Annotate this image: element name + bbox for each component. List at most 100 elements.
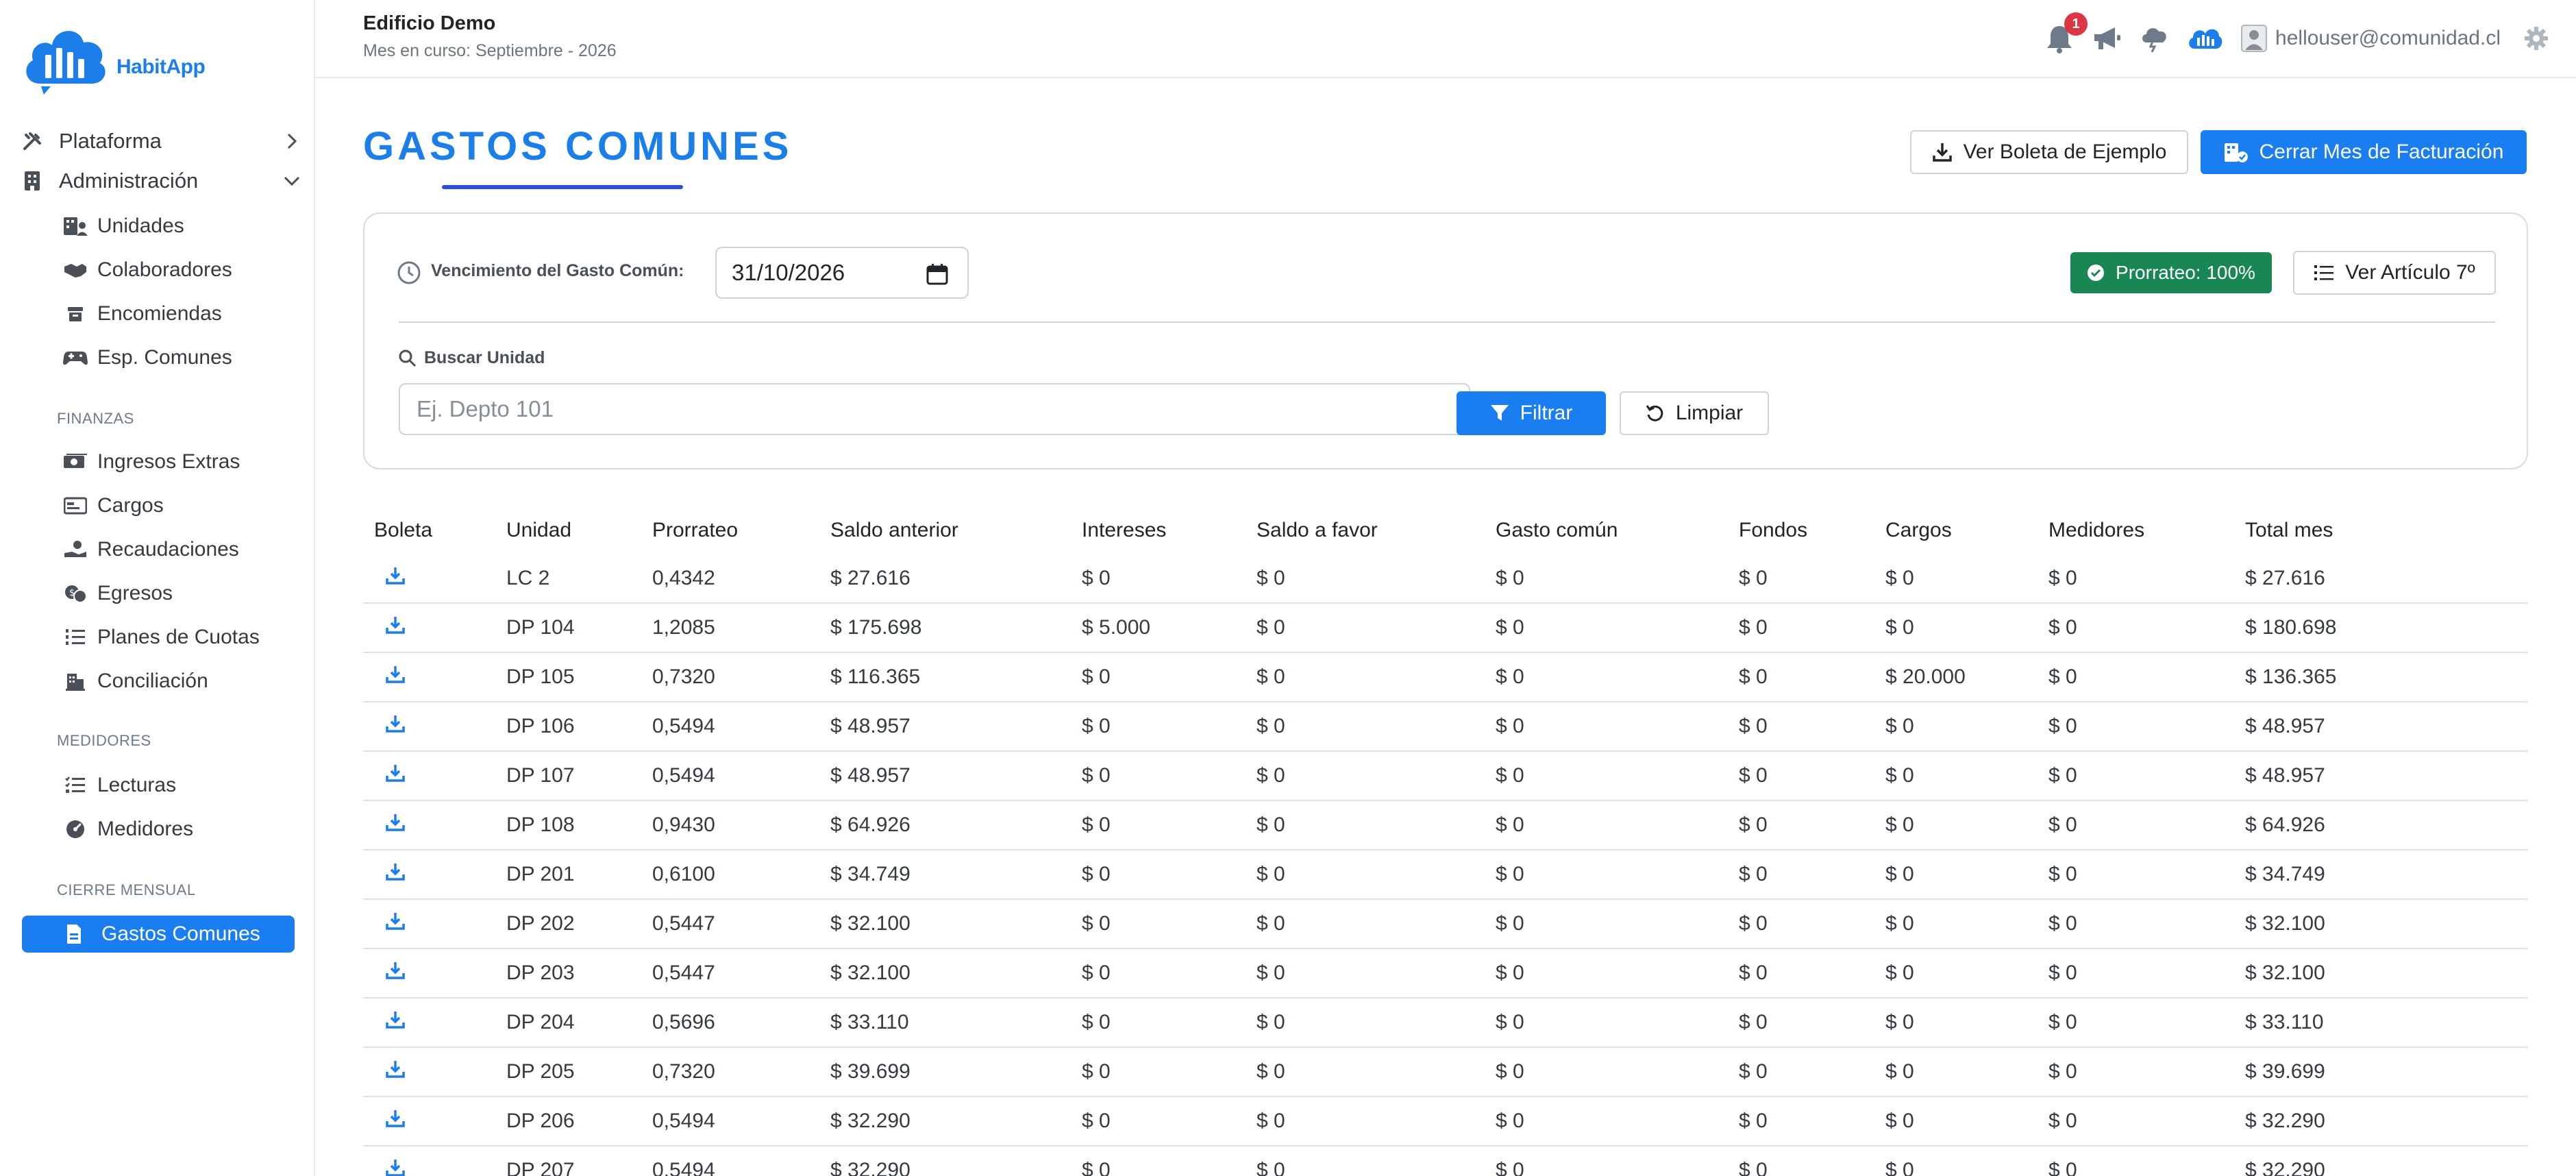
calendar-icon[interactable] xyxy=(926,263,948,285)
package-icon xyxy=(63,303,88,325)
nav-administracion[interactable]: Administración xyxy=(21,162,301,200)
table-cell: $ 64.926 xyxy=(2234,800,2528,850)
nav-administracion-label: Administración xyxy=(59,169,199,193)
download-icon[interactable] xyxy=(385,1009,406,1030)
table-cell: $ 0 xyxy=(2038,652,2234,702)
download-icon[interactable] xyxy=(385,1157,406,1176)
hand-coins-icon xyxy=(63,539,88,561)
download-icon[interactable] xyxy=(385,960,406,981)
col-header: Total mes xyxy=(2245,519,2333,541)
download-icon[interactable] xyxy=(385,664,406,685)
boleta-cell xyxy=(363,652,495,702)
table-cell: $ 0 xyxy=(1071,998,1246,1048)
nav-colaboradores[interactable]: Colaboradores xyxy=(63,251,295,289)
download-icon[interactable] xyxy=(385,615,406,635)
table-cell: 0,7320 xyxy=(641,1047,819,1097)
download-icon[interactable] xyxy=(385,1059,406,1079)
table-cell: $ 0 xyxy=(1728,652,1874,702)
nav-cargos[interactable]: Cargos xyxy=(63,487,295,525)
col-header: Prorrateo xyxy=(652,519,739,541)
table-cell: DP 106 xyxy=(495,702,641,752)
vencimiento-date-input[interactable]: 31/10/2026 xyxy=(715,247,969,299)
bell-icon[interactable]: 1 xyxy=(2045,12,2088,53)
habitapp-cloud-icon[interactable] xyxy=(2188,24,2223,53)
nav-recaudaciones[interactable]: Recaudaciones xyxy=(63,530,295,569)
table-cell: DP 104 xyxy=(495,603,641,653)
table-cell: DP 202 xyxy=(495,899,641,949)
table-cell: $ 0 xyxy=(1728,998,1874,1048)
table-row: DP 107 0,5494 $ 48.957 $ 0 $ 0 $ 0 $ 0 $ 0 $ 0 $ … xyxy=(363,751,2528,801)
download-icon[interactable] xyxy=(385,565,406,586)
nav-encomiendas[interactable]: Encomiendas xyxy=(63,295,295,333)
nav-medidores[interactable]: Medidores xyxy=(63,810,295,848)
download-icon[interactable] xyxy=(385,812,406,833)
nav-planes-cuotas[interactable]: Planes de Cuotas xyxy=(63,618,295,657)
table-cell: 0,5447 xyxy=(641,948,819,999)
table-cell: $ 0 xyxy=(2038,751,2234,801)
money-bill-icon xyxy=(63,451,88,473)
table-cell: $ 0 xyxy=(2038,998,2234,1048)
list-check-icon xyxy=(63,774,88,796)
col-header: Cargos xyxy=(1885,519,1952,541)
table-cell: DP 108 xyxy=(495,800,641,850)
table-cell: $ 27.616 xyxy=(819,554,1071,604)
ver-articulo-button[interactable]: Ver Artículo 7º xyxy=(2293,251,2496,295)
table-cell: 0,5696 xyxy=(641,998,819,1048)
nav-esp-comunes-label: Esp. Comunes xyxy=(97,346,232,369)
nav-egresos-label: Egresos xyxy=(97,582,173,604)
nav-gastos-comunes[interactable]: Gastos Comunes xyxy=(22,916,295,953)
top-bar: Edificio Demo Mes en curso: Septiembre -… xyxy=(315,0,2576,78)
table-cell: DP 205 xyxy=(495,1047,641,1097)
nav-conciliacion[interactable]: Conciliación xyxy=(63,662,295,700)
table-cell: $ 0 xyxy=(1246,751,1485,801)
nav-unidades[interactable]: Unidades xyxy=(63,207,295,245)
user-menu[interactable]: hellouser@comunidad.cl xyxy=(2241,25,2501,52)
building-icon xyxy=(21,169,44,193)
download-icon[interactable] xyxy=(385,713,406,734)
table-cell: $ 0 xyxy=(1485,1146,1728,1176)
download-icon[interactable] xyxy=(385,911,406,931)
table-cell: $ 0 xyxy=(1246,554,1485,604)
ver-boleta-ejemplo-button[interactable]: Ver Boleta de Ejemplo xyxy=(1910,130,2188,174)
cloud-alert-icon[interactable] xyxy=(2140,25,2170,52)
table-cell: $ 0 xyxy=(1246,603,1485,653)
search-placeholder: Ej. Depto 101 xyxy=(417,396,554,421)
gear-icon[interactable] xyxy=(2524,26,2549,51)
table-cell: $ 0 xyxy=(1071,850,1246,900)
table-cell: $ 0 xyxy=(1728,1097,1874,1147)
nav-lecturas[interactable]: Lecturas xyxy=(63,766,295,805)
ver-articulo-label: Ver Artículo 7º xyxy=(2345,261,2475,284)
limpiar-button[interactable]: Limpiar xyxy=(1620,391,1769,435)
nav-esp-comunes[interactable]: Esp. Comunes xyxy=(63,339,295,377)
table-cell: 0,5494 xyxy=(641,751,819,801)
download-icon[interactable] xyxy=(385,763,406,783)
table-cell: $ 0 xyxy=(1485,603,1728,653)
table-cell: $ 0 xyxy=(1071,1146,1246,1176)
table-cell: $ 0 xyxy=(1071,751,1246,801)
table-row: DP 204 0,5696 $ 33.110 $ 0 $ 0 $ 0 $ 0 $ 0 $ 0 $ … xyxy=(363,998,2528,1048)
search-icon xyxy=(398,349,417,368)
habitapp-logo[interactable]: HabitApp xyxy=(21,21,206,96)
boleta-cell xyxy=(363,998,495,1048)
table-cell: $ 48.957 xyxy=(2234,751,2528,801)
boleta-cell xyxy=(363,1097,495,1147)
nav-ingresos-extras[interactable]: Ingresos Extras xyxy=(63,443,295,481)
table-cell: $ 175.698 xyxy=(819,603,1071,653)
boleta-cell xyxy=(363,1047,495,1097)
filtrar-button[interactable]: Filtrar xyxy=(1457,391,1606,435)
cerrar-mes-button[interactable]: Cerrar Mes de Facturación xyxy=(2201,130,2527,174)
megaphone-icon[interactable] xyxy=(2092,25,2122,52)
table-cell: $ 0 xyxy=(1874,948,2038,999)
vencimiento-label: Vencimiento del Gasto Común: xyxy=(431,261,684,280)
nav-egresos[interactable]: $ Egresos xyxy=(63,574,295,613)
clock-icon xyxy=(397,260,421,285)
search-input[interactable]: Ej. Depto 101 xyxy=(399,383,1470,435)
table-cell: DP 203 xyxy=(495,948,641,999)
download-icon[interactable] xyxy=(385,1108,406,1129)
nav-conciliacion-label: Conciliación xyxy=(97,670,208,692)
download-icon[interactable] xyxy=(385,861,406,882)
table-cell: $ 33.110 xyxy=(2234,998,2528,1048)
nav-plataforma[interactable]: Plataforma xyxy=(21,122,301,160)
limpiar-label: Limpiar xyxy=(1675,402,1744,424)
table-cell: $ 0 xyxy=(1728,899,1874,949)
